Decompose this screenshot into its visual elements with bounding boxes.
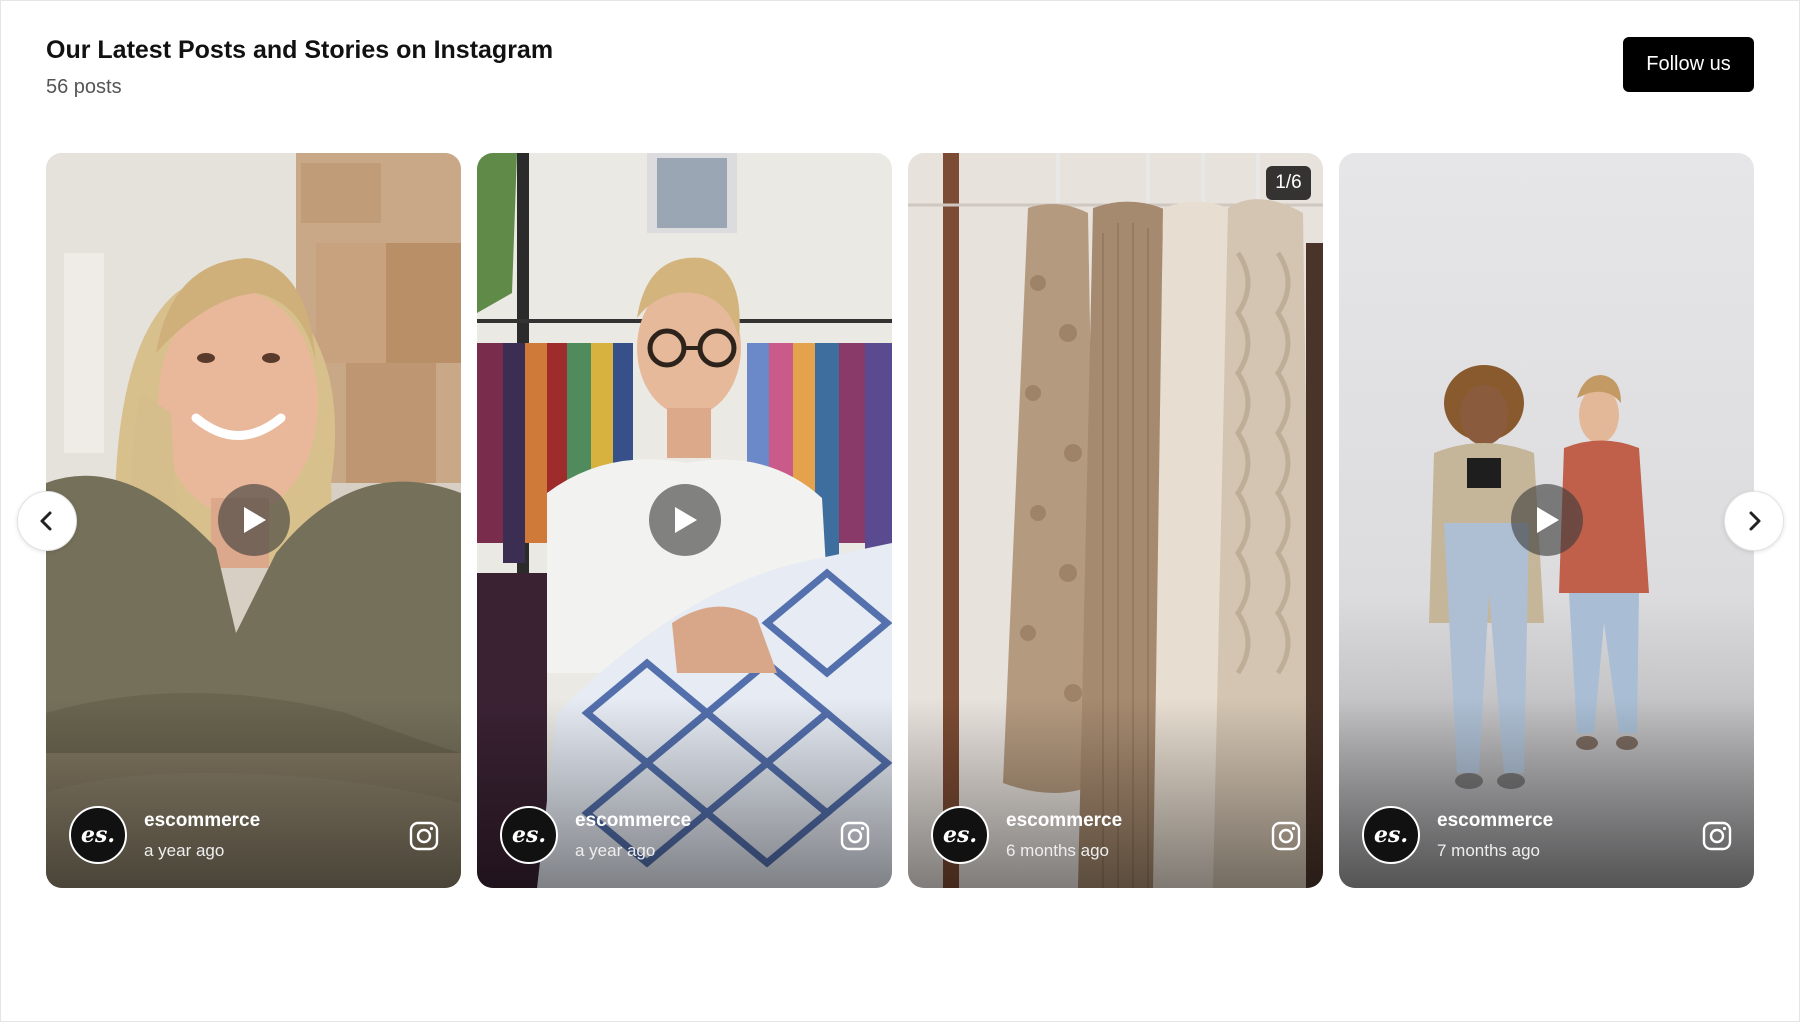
svg-text:es.: es. [81, 822, 115, 848]
carousel-prev-button[interactable] [17, 491, 77, 551]
feed-header: Our Latest Posts and Stories on Instagra… [46, 36, 1754, 116]
svg-text:es.: es. [512, 822, 546, 848]
post-time: 6 months ago [1006, 841, 1110, 860]
post-time: 7 months ago [1437, 841, 1541, 860]
instagram-icon[interactable] [840, 821, 870, 851]
post-username[interactable]: escommerce [575, 810, 691, 832]
chevron-right-icon [1749, 511, 1761, 531]
play-button[interactable] [648, 484, 721, 556]
svg-text:es.: es. [943, 822, 977, 848]
play-button[interactable] [1510, 484, 1583, 556]
play-button[interactable] [217, 484, 290, 556]
play-icon [674, 507, 697, 533]
play-icon [1536, 507, 1559, 533]
instagram-icon[interactable] [1702, 821, 1732, 851]
avatar[interactable]: es. [1362, 806, 1420, 864]
post-card[interactable]: es. escommerce a year ago [477, 153, 892, 888]
feed-title: Our Latest Posts and Stories on Instagra… [46, 36, 554, 64]
post-card[interactable]: 1/6 es. escommerce 6 months ago [908, 153, 1323, 888]
slide-counter-badge: 1/6 [1266, 166, 1311, 200]
follow-us-button[interactable]: Follow us [1623, 37, 1754, 92]
instagram-icon[interactable] [409, 821, 439, 851]
post-time: a year ago [144, 841, 225, 860]
posts-carousel: es. escommerce a year ago es. escommerce… [46, 153, 1754, 888]
post-card[interactable]: es. escommerce 7 months ago [1339, 153, 1754, 888]
escommerce-logo: es. [943, 822, 977, 848]
post-username[interactable]: escommerce [1437, 810, 1553, 832]
escommerce-logo: es. [81, 822, 115, 848]
post-time: a year ago [575, 841, 656, 860]
post-card[interactable]: es. escommerce a year ago [46, 153, 461, 888]
post-username[interactable]: escommerce [1006, 810, 1122, 832]
escommerce-logo: es. [512, 822, 546, 848]
svg-text:es.: es. [1374, 822, 1408, 848]
play-icon [243, 507, 266, 533]
post-username[interactable]: escommerce [144, 810, 260, 832]
carousel-next-button[interactable] [1724, 491, 1784, 551]
avatar[interactable]: es. [500, 806, 558, 864]
avatar[interactable]: es. [931, 806, 989, 864]
avatar[interactable]: es. [69, 806, 127, 864]
instagram-icon[interactable] [1271, 821, 1301, 851]
chevron-left-icon [40, 511, 52, 531]
escommerce-logo: es. [1374, 822, 1408, 848]
post-count: 56 posts [46, 76, 122, 98]
